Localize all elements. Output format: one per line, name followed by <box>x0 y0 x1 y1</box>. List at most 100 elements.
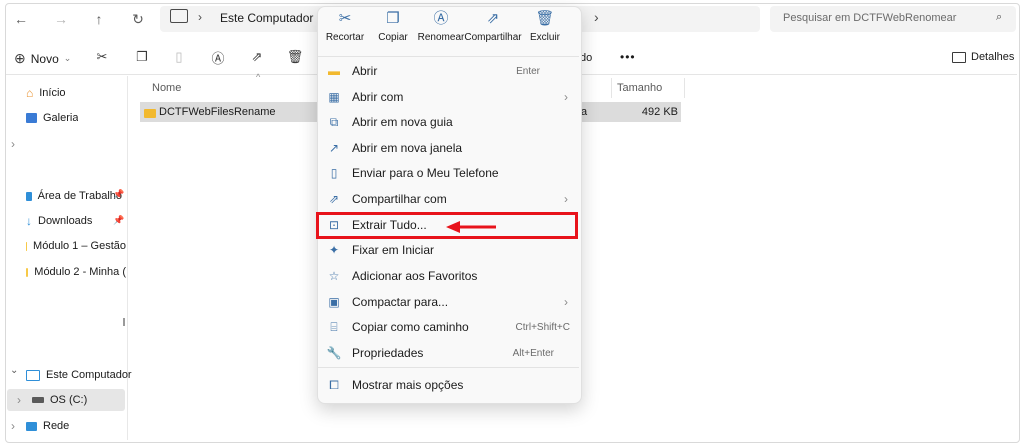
share-button[interactable]: ⇗ Compartilhar <box>464 10 521 43</box>
menu-item-open-with[interactable]: ▦ Abrir com › <box>326 85 576 109</box>
copy-icon[interactable]: ❐ <box>131 46 153 68</box>
wrench-icon: 🔧 <box>326 346 342 360</box>
computer-icon <box>26 369 40 381</box>
chevron-right-icon: › <box>198 10 202 24</box>
chevron-right-icon[interactable]: › <box>17 393 21 407</box>
external-window-icon: ↗ <box>328 141 340 155</box>
rename-button[interactable]: Ⓐ Renomear <box>413 10 469 43</box>
menu-item-copy-path[interactable]: ⌸ Copiar como caminho Ctrl+Shift+C <box>326 315 576 339</box>
copy-icon: ❐ <box>386 10 400 27</box>
chevron-down-icon[interactable]: ⌄ <box>10 365 18 376</box>
download-icon: ↓ <box>26 214 32 228</box>
folder-icon <box>26 267 29 277</box>
trash-icon[interactable]: 🗑 <box>284 46 306 68</box>
sidebar-item-label: Módulo 2 - Minha ( <box>34 266 126 278</box>
share-icon[interactable]: ⇗ <box>246 46 268 68</box>
column-header-size[interactable]: Tamanho <box>617 82 662 94</box>
menu-item-properties[interactable]: 🔧 Propriedades Alt+Enter <box>326 341 576 365</box>
menu-item-label: Propriedades <box>352 346 424 360</box>
column-divider[interactable] <box>684 78 685 98</box>
sidebar-item-network[interactable]: Rede <box>26 415 69 437</box>
zip-folder-icon <box>144 107 156 121</box>
details-pane-icon <box>952 51 966 63</box>
menu-item-open-new-window[interactable]: ↗ Abrir em nova janela <box>326 136 576 160</box>
menu-divider <box>318 56 579 57</box>
menu-item-compress[interactable]: ▣ Compactar para... › <box>326 290 576 314</box>
pin-icon: ✦ <box>328 243 340 257</box>
new-button[interactable]: ⊕ Novo ⌄ <box>14 50 71 67</box>
rename-icon: Ⓐ <box>433 10 449 27</box>
chevron-right-icon: › <box>594 9 599 25</box>
network-icon <box>26 421 37 431</box>
chevron-right-icon[interactable]: › <box>11 137 15 151</box>
sidebar-item-label: Rede <box>43 420 70 432</box>
home-icon: ⌂ <box>26 86 34 100</box>
sidebar-item-os-c[interactable]: OS (C:) <box>32 389 87 411</box>
sidebar-item-home[interactable]: ⌂ Início <box>26 82 66 104</box>
drive-icon <box>32 397 44 403</box>
address-location: Este Computador <box>220 11 314 25</box>
sidebar-item-label: Início <box>39 87 66 99</box>
menu-item-label: Compartilhar com <box>352 192 447 206</box>
sidebar-item-module1[interactable]: Módulo 1 – Gestão <box>26 235 126 257</box>
gallery-icon <box>26 113 37 123</box>
menu-item-pin-start[interactable]: ✦ Fixar em Iniciar <box>326 238 576 262</box>
folder-icon <box>26 241 28 251</box>
pin-icon[interactable]: 📌 <box>113 215 124 226</box>
rename-label: Renomear <box>417 32 465 43</box>
more-options-button[interactable]: ••• <box>620 50 636 64</box>
chevron-right-icon: › <box>564 295 568 309</box>
chevron-down-icon: ⌄ <box>63 53 72 63</box>
column-divider[interactable] <box>611 78 612 98</box>
sidebar-item-label: Módulo 1 – Gestão <box>33 240 126 252</box>
open-with-icon: ▦ <box>328 90 340 104</box>
menu-item-share-with[interactable]: ⇗ Compartilhar com › <box>326 187 576 211</box>
chevron-right-icon: › <box>564 90 568 104</box>
chevron-right-icon[interactable]: › <box>11 419 15 433</box>
scrollbar-thumb[interactable] <box>123 318 125 326</box>
rename-icon[interactable]: Ⓐ <box>207 46 229 68</box>
sidebar-item-gallery[interactable]: Galeria <box>26 107 78 129</box>
back-arrow-icon[interactable]: ← <box>10 8 32 30</box>
sidebar-item-this-pc[interactable]: Este Computador <box>26 364 132 386</box>
menu-item-add-favorites[interactable]: ☆ Adicionar aos Favoritos <box>326 264 576 288</box>
cut-label: Recortar <box>325 32 365 43</box>
sidebar-item-module2[interactable]: Módulo 2 - Minha ( <box>26 261 126 283</box>
menu-item-open[interactable]: ▬ Abrir Enter <box>326 59 576 83</box>
search-input[interactable]: Pesquisar em DCTFWebRenomear <box>783 12 956 24</box>
sidebar-item-desktop[interactable]: Área de Trabalho <box>26 185 122 207</box>
menu-item-send-to-phone[interactable]: ▯ Enviar para o Meu Telefone <box>326 161 576 185</box>
menu-item-more-options[interactable]: ⧠ Mostrar mais opções <box>326 373 576 397</box>
search-icon[interactable]: ⌕ <box>996 11 1002 24</box>
column-header-name[interactable]: Nome <box>152 82 181 94</box>
scissors-icon: ✂ <box>338 10 352 27</box>
refresh-icon[interactable]: ↻ <box>127 8 149 30</box>
up-arrow-icon[interactable]: ↑ <box>88 8 110 30</box>
sort-up-icon: ^ <box>256 72 261 82</box>
menu-item-shortcut: Ctrl+Shift+C <box>515 321 570 333</box>
star-icon: ☆ <box>328 269 340 283</box>
menu-item-label: Mostrar mais opções <box>352 378 464 392</box>
details-button[interactable]: Detalhes <box>952 51 1014 63</box>
share-icon: ⇗ <box>328 192 340 206</box>
forward-arrow-icon[interactable]: → <box>50 8 72 30</box>
sidebar-item-label: Este Computador <box>46 369 132 381</box>
menu-item-label: Abrir com <box>352 90 404 104</box>
menu-item-label: Compactar para... <box>352 295 449 309</box>
menu-item-label: Abrir em nova janela <box>352 141 463 155</box>
scissors-icon[interactable]: ✂ <box>91 46 113 68</box>
paste-icon[interactable]: ▯ <box>168 46 190 68</box>
menu-item-label: Enviar para o Meu Telefone <box>352 166 499 180</box>
menu-item-label: Abrir em nova guia <box>352 115 453 129</box>
menu-item-label: Copiar como caminho <box>352 320 469 334</box>
menu-divider <box>318 367 579 368</box>
pin-icon[interactable]: 📌 <box>113 189 124 200</box>
red-arrow-icon <box>446 221 496 233</box>
file-name: DCTFWebFilesRename <box>159 106 276 118</box>
new-button-label: Novo <box>30 51 59 66</box>
plus-circle-icon: ⊕ <box>14 50 26 66</box>
delete-button[interactable]: 🗑 Excluir <box>517 10 573 43</box>
sidebar-item-downloads[interactable]: ↓ Downloads <box>26 210 92 232</box>
menu-item-open-new-tab[interactable]: ⧉ Abrir em nova guia <box>326 110 576 134</box>
menu-item-label: Abrir <box>352 64 378 78</box>
